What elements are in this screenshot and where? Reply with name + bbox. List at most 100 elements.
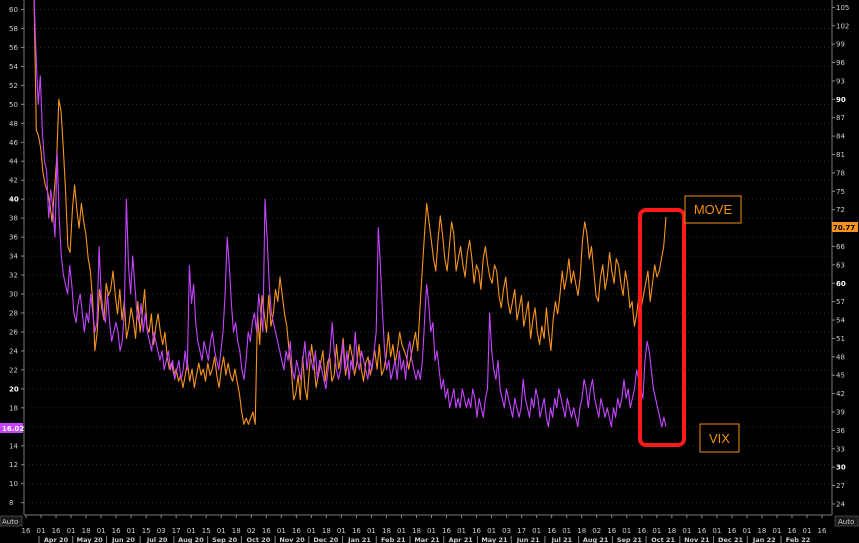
x-month-label: Aug 20 <box>178 536 204 543</box>
x-day-label: 17 <box>517 527 526 535</box>
x-month-label: Dec 21 <box>718 536 743 543</box>
left-tick-label: 48 <box>9 120 18 128</box>
x-day-label: 03 <box>157 527 166 535</box>
x-day-label: 18 <box>322 527 331 535</box>
x-day-label: 16 <box>788 527 797 535</box>
series-line-move <box>33 0 667 425</box>
x-day-label: 02 <box>592 527 601 535</box>
right-tick-label: 45 <box>836 372 845 380</box>
left-tick-label: 8 <box>9 499 13 507</box>
right-tick-label: 72 <box>836 206 845 214</box>
left-tick-label: 24 <box>9 347 18 355</box>
x-month-label: Jul 20 <box>146 536 168 543</box>
x-month-label: Feb 21 <box>381 536 406 543</box>
left-tick-label: 12 <box>9 461 18 469</box>
x-day-label: 16 <box>637 527 646 535</box>
left-tick-label: 30 <box>9 291 18 299</box>
x-day-label: 01 <box>217 527 226 535</box>
x-month-label: Oct 21 <box>651 536 675 543</box>
left-tick-label: 26 <box>9 328 18 336</box>
x-day-label: 01 <box>712 527 721 535</box>
x-day-label: 16 <box>607 527 616 535</box>
x-day-label: 01 <box>427 527 436 535</box>
left-tick-label: 54 <box>9 63 18 71</box>
x-day-label: 16 <box>818 527 827 535</box>
x-day-label: 01 <box>562 527 571 535</box>
x-day-label: 01 <box>307 527 316 535</box>
right-tick-label: 102 <box>836 22 849 30</box>
x-day-label: 18 <box>382 527 391 535</box>
x-day-label: 01 <box>652 527 661 535</box>
right-tick-label: 39 <box>836 409 845 417</box>
x-month-label: Apr 21 <box>449 536 474 543</box>
move-last-value: 70.77 <box>833 224 855 232</box>
x-day-label: 01 <box>532 527 541 535</box>
x-month-label: Feb 22 <box>786 536 811 543</box>
right-tick-label: 57 <box>836 298 845 306</box>
x-month-label: Jan 21 <box>347 536 371 543</box>
x-day-label: 01 <box>277 527 286 535</box>
vix-last-value: 16.02 <box>2 425 24 433</box>
right-tick-label: 96 <box>836 59 845 67</box>
x-day-label: 16 <box>547 527 556 535</box>
x-month-label: Nov 20 <box>279 536 305 543</box>
right-tick-label: 93 <box>836 77 845 85</box>
x-day-label: 16 <box>442 527 451 535</box>
x-day-label: 02 <box>247 527 256 535</box>
x-day-label: 03 <box>502 527 511 535</box>
x-day-label: 16 <box>52 527 61 535</box>
x-day-label: 01 <box>397 527 406 535</box>
x-month-label: Mar 21 <box>414 536 440 543</box>
x-day-label: 01 <box>682 527 691 535</box>
x-axis: 16 01 16 01 18 01 16 01 15 03 17 01 15 01 18 02 16 01 16 01… <box>22 515 827 543</box>
x-day-label: 01 <box>37 527 46 535</box>
right-tick-label: 66 <box>836 243 845 251</box>
right-tick-label: 105 <box>836 4 849 12</box>
vix-label: VIX <box>709 431 730 446</box>
x-month-label: Dec 20 <box>313 536 338 543</box>
left-tick-label: 14 <box>9 442 18 450</box>
left-tick-label: 28 <box>9 309 18 317</box>
x-day-label: 16 <box>292 527 301 535</box>
right-tick-label: 99 <box>836 41 845 49</box>
right-tick-label: 81 <box>836 151 845 159</box>
right-tick-label: 33 <box>836 445 845 453</box>
left-tick-label: 50 <box>9 101 18 109</box>
right-tick-label: 42 <box>836 390 845 398</box>
right-auto-button[interactable]: Auto <box>834 515 859 527</box>
chart-stage: 8 10 12 14 16 18 20 22 24 26 28 30 32 34 36 38 40 42 44 46 4… <box>0 0 859 543</box>
x-day-label: 01 <box>97 527 106 535</box>
left-tick-label: 40 <box>9 196 19 204</box>
vix-last-badge: 16.02 <box>0 423 24 433</box>
x-day-label: 01 <box>742 527 751 535</box>
right-tick-label: 87 <box>836 114 845 122</box>
right-tick-label: 27 <box>836 482 845 490</box>
right-tick-label: 54 <box>836 317 845 325</box>
left-tick-label: 42 <box>9 177 18 185</box>
x-month-label: May 20 <box>77 536 104 543</box>
left-tick-label: 58 <box>9 25 18 33</box>
left-tick-label: 22 <box>9 366 18 374</box>
x-month-label: Sep 21 <box>617 536 643 543</box>
left-tick-label: 32 <box>9 272 18 280</box>
x-day-label: 01 <box>337 527 346 535</box>
x-day-label: 01 <box>803 527 812 535</box>
x-month-label: Jun 20 <box>111 536 135 543</box>
highlight-box <box>638 208 686 447</box>
right-tick-label: 51 <box>836 335 845 343</box>
x-day-label: 01 <box>487 527 496 535</box>
vix-annotation: VIX <box>699 423 740 453</box>
x-day-label: 01 <box>67 527 76 535</box>
series-line-vix <box>33 0 667 428</box>
x-day-label: 16 <box>22 527 31 535</box>
right-tick-label: 63 <box>836 261 845 269</box>
x-day-label: 01 <box>772 527 781 535</box>
x-month-label: Jan 22 <box>752 536 776 543</box>
series-layer <box>33 0 667 428</box>
x-day-label: 18 <box>757 527 766 535</box>
x-day-label: 16 <box>352 527 361 535</box>
left-auto-button[interactable]: Auto <box>0 515 23 527</box>
left-tick-label: 20 <box>9 385 19 393</box>
right-axis: 2427303336394245485154576063666972757881… <box>832 4 849 508</box>
right-tick-label: 30 <box>836 464 846 472</box>
